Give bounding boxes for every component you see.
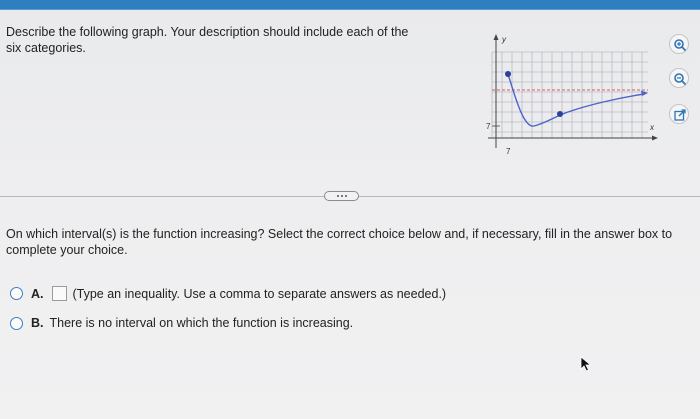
- external-link-icon: [674, 109, 686, 121]
- choice-b[interactable]: B. There is no interval on which the fun…: [10, 316, 353, 330]
- y-tick-label: 7: [486, 122, 491, 131]
- x-tick-label: 7: [506, 147, 511, 156]
- curve-point-start: [505, 71, 511, 77]
- external-link-button[interactable]: [669, 104, 689, 124]
- dot-icon: [340, 195, 343, 197]
- zoom-in-button[interactable]: [669, 34, 689, 54]
- choice-b-text: There is no interval on which the functi…: [49, 316, 354, 330]
- mouse-cursor-icon: [580, 356, 592, 372]
- choice-a[interactable]: A. (Type an inequality. Use a comma to s…: [10, 286, 446, 301]
- choice-a-radio[interactable]: [10, 287, 23, 300]
- top-bar: [0, 0, 700, 10]
- graph-grid: [491, 51, 648, 138]
- zoom-in-icon: [674, 39, 687, 52]
- dot-icon: [344, 195, 347, 197]
- choice-b-letter: B.: [31, 316, 44, 330]
- question-text: Describe the following graph. Your descr…: [6, 25, 409, 55]
- curve-arrow: [641, 90, 648, 96]
- expand-more-button[interactable]: [324, 191, 359, 201]
- answer-input-box[interactable]: [51, 286, 67, 301]
- choice-a-letter: A.: [31, 286, 44, 301]
- x-axis-arrow: [652, 135, 658, 141]
- zoom-out-icon: [674, 73, 687, 86]
- y-axis-arrow: [493, 34, 499, 40]
- choice-a-text: (Type an inequality. Use a comma to sepa…: [72, 286, 447, 301]
- x-axis-label: x: [649, 123, 655, 132]
- zoom-out-button[interactable]: [669, 68, 689, 88]
- dot-icon: [336, 195, 339, 197]
- choice-b-radio[interactable]: [10, 316, 23, 330]
- curve-point-mid: [557, 111, 563, 117]
- function-graph: y x 7 7: [478, 30, 668, 160]
- y-axis-label: y: [501, 35, 507, 44]
- prompt-text: On which interval(s) is the function inc…: [6, 227, 673, 257]
